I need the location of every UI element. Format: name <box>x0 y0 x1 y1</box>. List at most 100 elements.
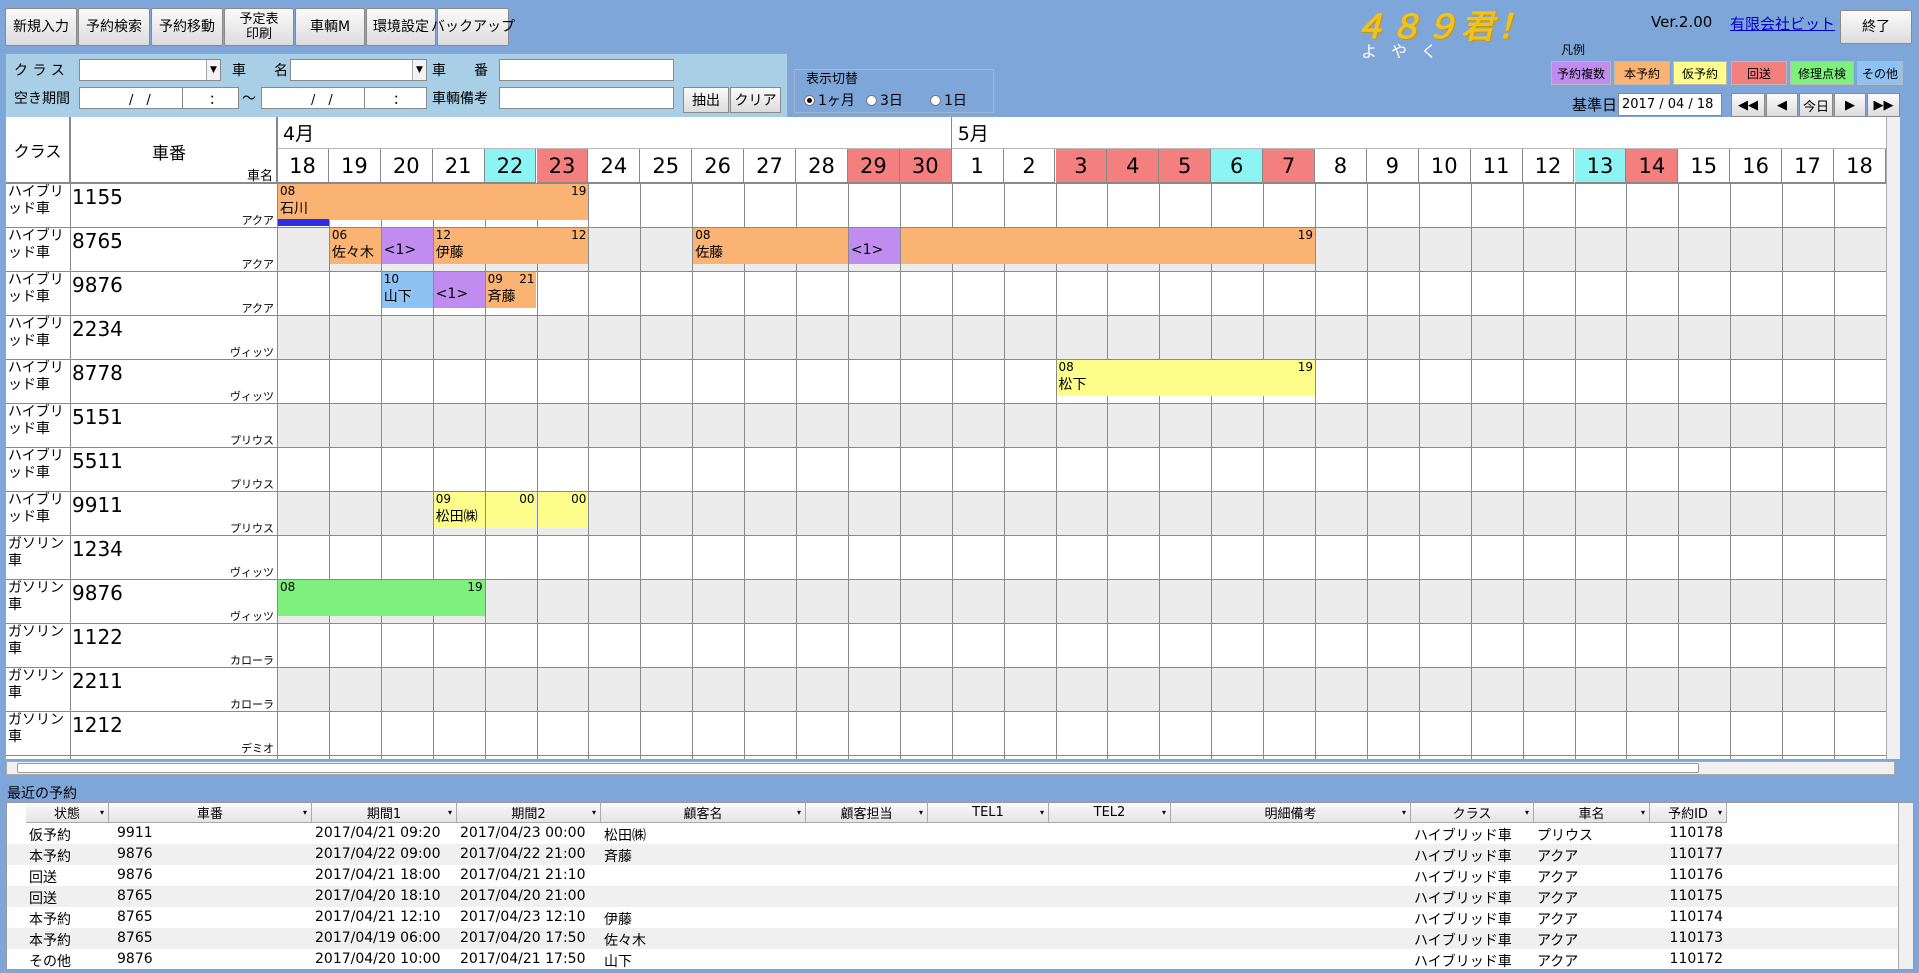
column-header[interactable]: 顧客担当 ▾ <box>806 803 928 823</box>
display-option-month[interactable]: 1ヶ月 <box>804 90 855 110</box>
table-row[interactable]: 本予約 8765 2017/04/19 06:00 2017/04/20 17:50 佐… <box>7 928 1907 949</box>
column-header[interactable]: 状態 ▾ <box>26 803 109 823</box>
day-header[interactable]: 29 <box>847 149 900 183</box>
column-header[interactable]: 予約ID ▾ <box>1650 803 1727 823</box>
schedule-print-button[interactable]: 予定表 印刷 <box>224 8 294 46</box>
vertical-scrollbar[interactable] <box>1886 117 1900 759</box>
period-start-date[interactable]: / / <box>79 87 183 109</box>
reservation-bar[interactable]: <1> <box>381 228 433 264</box>
reservation-bar[interactable]: <1> <box>433 272 485 308</box>
exit-button[interactable]: 終了 <box>1840 10 1912 44</box>
day-header[interactable]: 26 <box>692 149 745 183</box>
reservation-search-button[interactable]: 予約検索 <box>78 8 150 46</box>
clear-button[interactable]: クリア <box>730 87 781 113</box>
day-header[interactable]: 23 <box>536 149 589 183</box>
today-button[interactable]: 今日 <box>1799 93 1833 117</box>
remarks-input[interactable] <box>499 87 674 109</box>
column-filter-icon[interactable]: ▾ <box>448 808 452 817</box>
table-row[interactable]: 本予約 9876 2017/04/22 09:00 2017/04/22 21:00 斉… <box>7 844 1907 865</box>
reservation-bar[interactable]: 08 19 松下 <box>1056 360 1315 396</box>
reservation-bar[interactable]: 06 佐々木 <box>329 228 381 264</box>
vehicle-row[interactable]: ガソリン車2211カローラ禁 <box>6 667 1886 711</box>
day-header[interactable]: 18 <box>1834 149 1886 183</box>
settings-button[interactable]: 環境設定 <box>366 8 436 46</box>
day-header[interactable]: 17 <box>1782 149 1834 183</box>
company-link[interactable]: 有限会社ビット <box>1730 13 1835 34</box>
period-start-time[interactable]: ： <box>182 87 239 109</box>
reservation-bar[interactable]: 09 松田㈱ <box>433 492 485 528</box>
vehicle-row[interactable]: ガソリン車1122カローラナ <box>6 623 1886 667</box>
day-header[interactable]: 10 <box>1418 149 1471 183</box>
table-row[interactable]: 回送 8765 2017/04/20 18:10 2017/04/20 21:00 ハイ… <box>7 886 1907 907</box>
column-header[interactable]: クラス ▾ <box>1411 803 1534 823</box>
column-filter-icon[interactable]: ▾ <box>1040 808 1044 817</box>
table-row[interactable]: 本予約 8765 2017/04/21 12:10 2017/04/23 12:10 伊… <box>7 907 1907 928</box>
day-header[interactable]: 1 <box>951 149 1004 183</box>
new-entry-button[interactable]: 新規入力 <box>5 8 77 46</box>
display-option-3days[interactable]: 3日 <box>866 90 903 110</box>
column-filter-icon[interactable]: ▾ <box>592 808 596 817</box>
day-header[interactable]: 27 <box>744 149 796 183</box>
day-header[interactable]: 12 <box>1522 149 1575 183</box>
day-header[interactable]: 19 <box>328 149 381 183</box>
day-header[interactable]: 5 <box>1159 149 1212 183</box>
vehicle-row[interactable]: ハイブリッド車2234ヴィッツナ <box>6 315 1886 359</box>
day-header[interactable]: 9 <box>1366 149 1419 183</box>
day-header[interactable]: 8 <box>1315 149 1367 183</box>
column-header[interactable]: 期間2 ▾ <box>457 803 601 823</box>
display-option-1day[interactable]: 1日 <box>930 90 967 110</box>
reservation-bar[interactable]: 00 <box>537 492 589 528</box>
vehicle-row[interactable]: ハイブリッド車5151プリウスE <box>6 403 1886 447</box>
day-header[interactable]: 4 <box>1107 149 1160 183</box>
day-header[interactable]: 3 <box>1055 149 1108 183</box>
table-row[interactable]: 回送 9876 2017/04/21 18:00 2017/04/21 21:10 ハイ… <box>7 865 1907 886</box>
day-header[interactable]: 16 <box>1730 149 1783 183</box>
column-header[interactable]: 期間1 ▾ <box>312 803 457 823</box>
day-header[interactable]: 25 <box>640 149 693 183</box>
table-row[interactable]: その他 9876 2017/04/20 10:00 2017/04/21 17:50 山… <box>7 949 1907 969</box>
reservation-bar[interactable]: 10 山下 <box>381 272 433 308</box>
day-header[interactable]: 30 <box>899 149 952 183</box>
next-button[interactable]: ▶ <box>1834 93 1866 117</box>
last-button[interactable]: ▶▶ <box>1867 93 1900 117</box>
horizontal-scrollbar[interactable] <box>6 761 1895 775</box>
day-header[interactable]: 11 <box>1470 149 1523 183</box>
day-header[interactable]: 7 <box>1263 149 1315 183</box>
base-date-input[interactable]: 2017 / 04 / 18 <box>1618 93 1722 116</box>
column-header[interactable]: TEL1 ▾ <box>928 803 1049 823</box>
column-filter-icon[interactable]: ▾ <box>797 808 801 817</box>
reservation-bar[interactable]: 09 21 斉藤 <box>485 272 537 308</box>
reservation-bar[interactable]: 08 佐藤 <box>693 228 848 264</box>
column-filter-icon[interactable]: ▾ <box>303 808 307 817</box>
reservation-bar[interactable]: 08 19 石川 <box>278 184 589 220</box>
day-header[interactable]: 6 <box>1211 149 1264 183</box>
reservation-move-button[interactable]: 予約移動 <box>151 8 223 46</box>
period-end-time[interactable]: ： <box>364 87 427 109</box>
reservation-bar[interactable]: 08 19 <box>278 580 485 616</box>
column-header[interactable]: 顧客名 ▾ <box>601 803 806 823</box>
column-header[interactable]: 明細備考 ▾ <box>1171 803 1411 823</box>
vehicle-row[interactable]: ハイブリッド車9911プリウスナ <box>6 491 1886 535</box>
reservation-bar[interactable]: 12 12 伊藤 <box>433 228 589 264</box>
column-filter-icon[interactable]: ▾ <box>100 808 104 817</box>
car-number-input[interactable] <box>499 59 674 81</box>
day-header[interactable]: 21 <box>432 149 485 183</box>
day-header[interactable]: 22 <box>484 149 537 183</box>
column-filter-icon[interactable]: ▾ <box>919 808 923 817</box>
column-header[interactable]: 車名 ▾ <box>1534 803 1650 823</box>
prev-button[interactable]: ◀ <box>1766 93 1798 117</box>
column-filter-icon[interactable]: ▾ <box>1402 808 1406 817</box>
vehicle-row[interactable]: ハイブリッド車5511プリウスナ <box>6 447 1886 491</box>
scroll-thumb[interactable] <box>17 763 1699 773</box>
day-header[interactable]: 20 <box>380 149 433 183</box>
column-header[interactable]: 車番 ▾ <box>109 803 312 823</box>
column-filter-icon[interactable]: ▾ <box>1525 808 1529 817</box>
column-filter-icon[interactable]: ▾ <box>1718 808 1722 817</box>
day-header[interactable]: 15 <box>1678 149 1731 183</box>
vehicle-master-button[interactable]: 車輌M <box>295 8 365 46</box>
day-header[interactable]: 18 <box>277 149 329 183</box>
extract-button[interactable]: 抽出 <box>683 87 729 113</box>
day-header[interactable]: 28 <box>796 149 848 183</box>
first-button[interactable]: ◀◀ <box>1731 93 1765 117</box>
column-filter-icon[interactable]: ▾ <box>1162 808 1166 817</box>
